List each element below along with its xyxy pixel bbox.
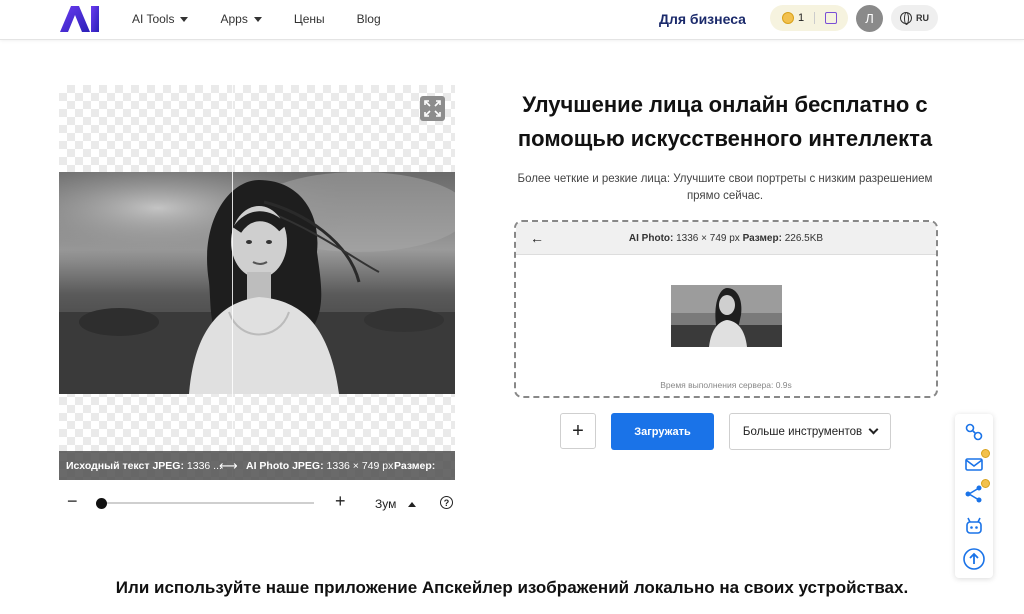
page-title: Улучшение лица онлайн бесплатно с помощь… bbox=[517, 92, 933, 151]
coin-icon bbox=[782, 12, 794, 24]
compare-divider[interactable] bbox=[232, 85, 233, 480]
compare-arrows-icon: ⟷ bbox=[219, 457, 238, 473]
calendar-icon bbox=[825, 12, 838, 24]
zoom-dropdown[interactable]: Зум bbox=[375, 497, 417, 511]
coins-widget[interactable]: 1 bbox=[770, 5, 848, 31]
top-header: AI Tools Apps Цены Blog Для бизнеса 1 Л … bbox=[0, 0, 1024, 40]
result-info-label: AI Photo JPEG: bbox=[246, 459, 324, 472]
result-meta-label: AI Photo: bbox=[628, 232, 674, 244]
link-icon[interactable] bbox=[962, 420, 986, 444]
globe-icon bbox=[900, 12, 912, 25]
original-info-value: 1336 ... bbox=[186, 459, 222, 472]
nav-apps[interactable]: Apps bbox=[220, 12, 262, 26]
nav-pricing[interactable]: Цены bbox=[294, 12, 325, 26]
help-icon[interactable]: ? bbox=[440, 496, 453, 509]
nav-blog[interactable]: Blog bbox=[357, 12, 381, 26]
app-promo-heading: Или используйте наше приложение Апскейле… bbox=[115, 578, 909, 597]
language-selector[interactable]: RU bbox=[891, 5, 938, 31]
exec-time: Время выполнения сервера: 0.9s bbox=[660, 380, 792, 390]
size-info-label: Размер: bbox=[394, 459, 436, 472]
zoom-in-button[interactable]: + bbox=[335, 491, 346, 512]
logo-icon[interactable] bbox=[60, 6, 100, 32]
plus-icon: + bbox=[572, 419, 584, 442]
nav-apps-label: Apps bbox=[220, 12, 248, 26]
floating-toolbar bbox=[955, 414, 993, 578]
zoom-label: Зум bbox=[375, 497, 397, 511]
caret-up-icon bbox=[408, 501, 417, 507]
result-size-label: Размер: bbox=[742, 232, 782, 244]
result-header: ← AI Photo: 1336 × 749 px Размер: 226.5K… bbox=[516, 222, 936, 255]
avatar[interactable]: Л bbox=[856, 5, 883, 32]
nav-pricing-label: Цены bbox=[293, 12, 325, 26]
main-nav: AI Tools Apps Цены Blog bbox=[132, 12, 413, 26]
zoom-out-button[interactable]: − bbox=[67, 491, 78, 512]
zoom-controls: − + Зум ? bbox=[59, 491, 459, 515]
business-link[interactable]: Для бизнеса bbox=[659, 11, 746, 27]
more-tools-label: Больше инструментов bbox=[742, 425, 863, 438]
original-info-label: Исходный текст JPEG: bbox=[66, 459, 184, 472]
share-icon[interactable] bbox=[962, 479, 990, 506]
zoom-slider-track[interactable] bbox=[97, 502, 314, 504]
result-info: AI Photo JPEG: 1336 × 749 px bbox=[246, 460, 393, 472]
nav-blog-label: Blog bbox=[356, 12, 381, 26]
comparison-preview[interactable] bbox=[59, 85, 455, 480]
nav-ai-tools[interactable]: AI Tools bbox=[132, 12, 189, 26]
coins-count: 1 bbox=[798, 12, 805, 24]
caret-down-icon bbox=[180, 16, 189, 22]
separator bbox=[814, 12, 816, 24]
coin-badge-icon bbox=[981, 479, 990, 488]
result-meta: AI Photo: 1336 × 749 px Размер: 226.5KB bbox=[516, 233, 936, 244]
arrow-up-icon[interactable] bbox=[962, 547, 986, 571]
expand-button[interactable] bbox=[420, 96, 445, 121]
result-panel: ← AI Photo: 1336 × 749 px Размер: 226.5K… bbox=[514, 220, 938, 398]
result-thumbnail[interactable] bbox=[671, 285, 782, 347]
coin-badge-icon bbox=[981, 449, 990, 458]
expand-icon bbox=[424, 100, 441, 117]
result-size-value: 226.5KB bbox=[784, 232, 824, 244]
more-tools-button[interactable]: Больше инструментов bbox=[729, 413, 891, 450]
upload-button[interactable]: Загружать bbox=[611, 413, 714, 450]
result-dimensions: 1336 × 749 px bbox=[676, 232, 740, 244]
robot-icon[interactable] bbox=[962, 514, 986, 538]
original-info: Исходный текст JPEG: 1336 ... bbox=[66, 460, 222, 472]
language-code: RU bbox=[916, 13, 929, 23]
caret-down-icon bbox=[253, 16, 262, 22]
portrait-photo bbox=[59, 172, 455, 394]
mail-icon[interactable] bbox=[962, 449, 990, 476]
image-info-bar: Исходный текст JPEG: 1336 ... ⟷ AI Photo… bbox=[59, 451, 455, 480]
add-image-button[interactable]: + bbox=[560, 413, 596, 449]
nav-ai-tools-label: AI Tools bbox=[132, 12, 175, 26]
page-subtitle: Более четкие и резкие лица: Улучшите сво… bbox=[517, 173, 933, 202]
chevron-down-icon bbox=[868, 424, 879, 435]
zoom-slider-thumb[interactable] bbox=[96, 498, 107, 509]
result-info-value: 1336 × 749 px bbox=[326, 459, 394, 472]
